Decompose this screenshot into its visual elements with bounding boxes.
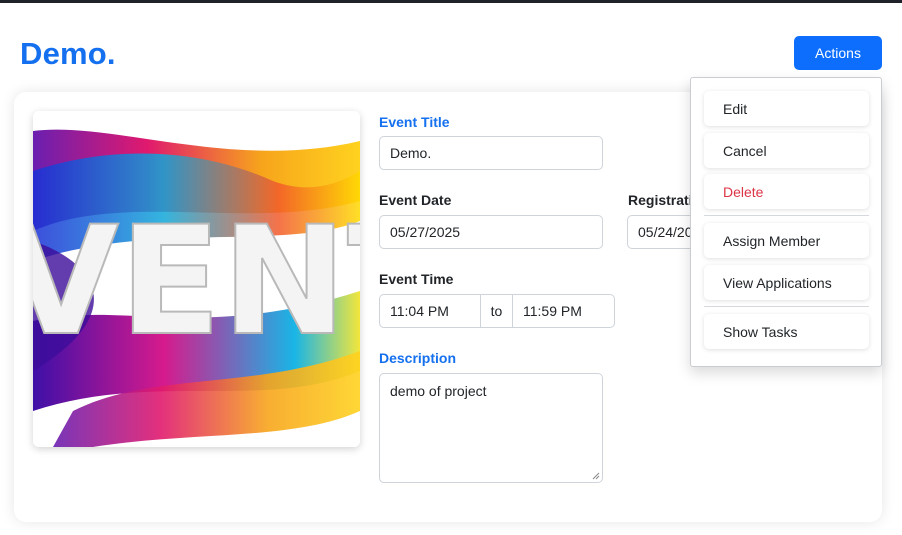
event-banner-graphic: VENT [33, 111, 360, 447]
menu-item-show-tasks[interactable]: Show Tasks [704, 314, 869, 349]
menu-divider [704, 306, 869, 307]
event-title-label: Event Title [379, 114, 450, 130]
event-date-label: Event Date [379, 192, 452, 208]
actions-button[interactable]: Actions [794, 36, 882, 70]
event-date-input[interactable]: 05/27/2025 [379, 215, 603, 249]
menu-item-view-applications[interactable]: View Applications [704, 265, 869, 300]
menu-item-cancel[interactable]: Cancel [704, 133, 869, 168]
start-time-input[interactable]: 11:04 PM [380, 295, 481, 327]
menu-item-delete[interactable]: Delete [704, 174, 869, 209]
page-title: Demo. [20, 36, 116, 71]
description-text: demo of project [390, 383, 487, 399]
time-separator: to [481, 295, 513, 327]
end-time-input[interactable]: 11:59 PM [513, 295, 614, 327]
svg-text:VENT: VENT [33, 195, 360, 369]
event-image: VENT [33, 111, 360, 447]
event-title-input[interactable]: Demo. [379, 136, 603, 170]
actions-dropdown-menu: Edit Cancel Delete Assign Member View Ap… [690, 77, 882, 367]
menu-item-edit[interactable]: Edit [704, 91, 869, 126]
menu-item-assign-member[interactable]: Assign Member [704, 223, 869, 258]
menu-divider [704, 215, 869, 216]
event-time-label: Event Time [379, 271, 454, 287]
event-time-range: 11:04 PM to 11:59 PM [379, 294, 615, 328]
description-label: Description [379, 350, 457, 366]
resize-grip-icon[interactable] [592, 472, 600, 480]
description-textarea[interactable]: demo of project [379, 373, 603, 483]
